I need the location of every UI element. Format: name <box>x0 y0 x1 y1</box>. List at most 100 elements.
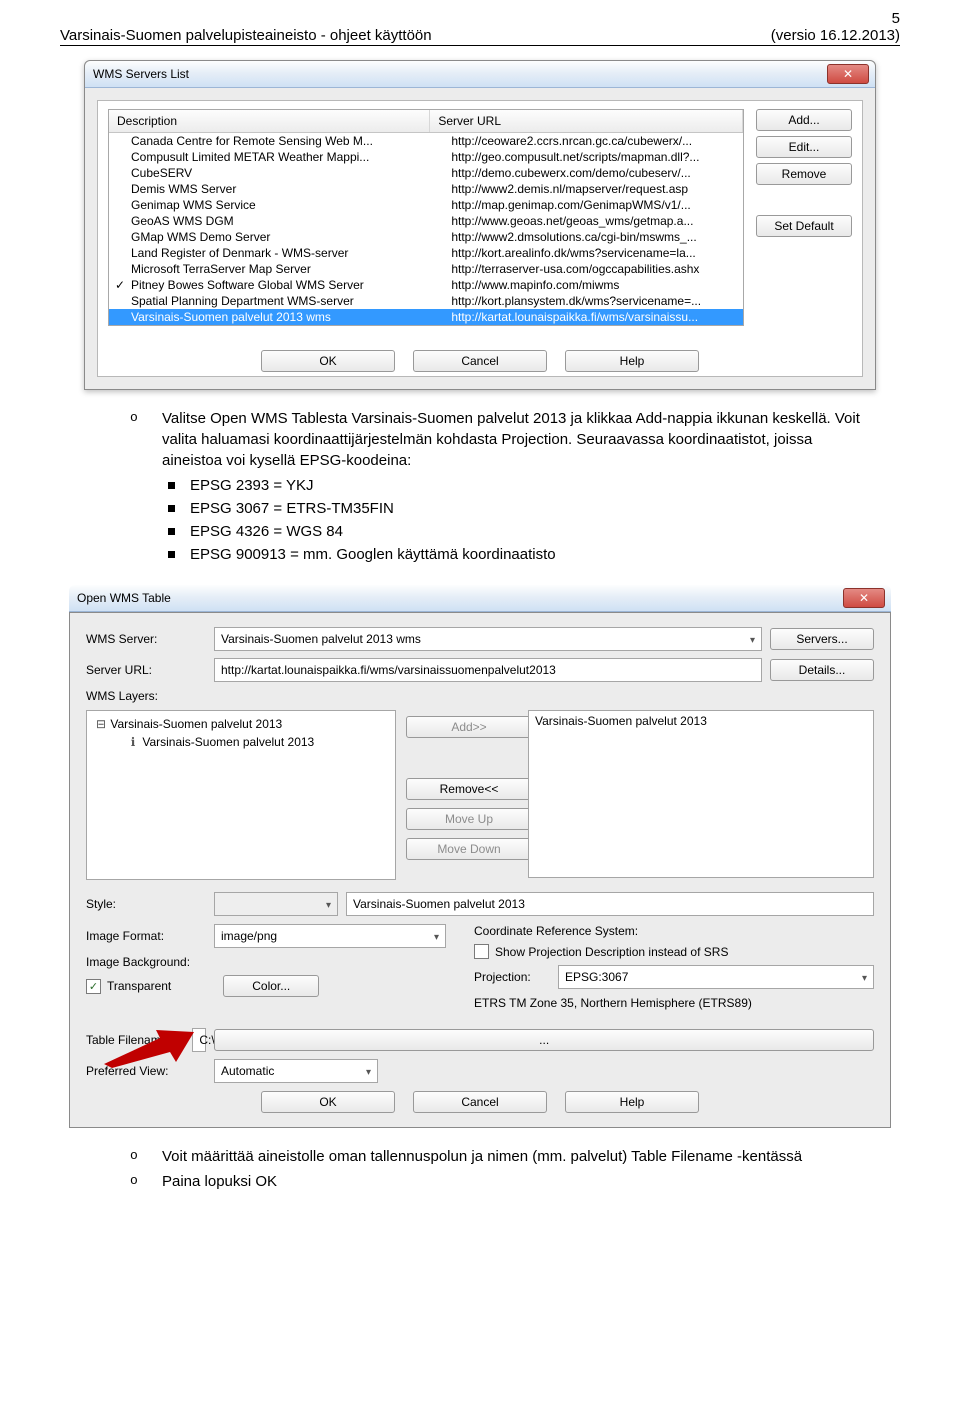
label-server-url: Server URL: <box>86 663 206 677</box>
server-list-row[interactable]: GeoAS WMS DGMhttp://www.geoas.net/geoas_… <box>109 213 743 229</box>
preferred-view-combo[interactable]: Automatic <box>214 1059 378 1083</box>
row-description: Canada Centre for Remote Sensing Web M..… <box>109 134 443 148</box>
label-image-background: Image Background: <box>86 955 446 969</box>
doc-version: (versio 16.12.2013) <box>771 27 900 44</box>
row-description: Spatial Planning Department WMS-server <box>109 294 443 308</box>
row-url: http://www2.dmsolutions.ca/cgi-bin/mswms… <box>443 230 743 244</box>
help-button[interactable]: Help <box>565 1091 699 1113</box>
server-list-row[interactable]: Spatial Planning Department WMS-serverht… <box>109 293 743 309</box>
row-url: http://www2.demis.nl/mapserver/request.a… <box>443 182 743 196</box>
col-description[interactable]: Description <box>109 110 430 132</box>
row-description: Compusult Limited METAR Weather Mappi... <box>109 150 443 164</box>
remove-layer-button[interactable]: Remove<< <box>406 778 532 800</box>
dialog-title: WMS Servers List <box>93 67 189 81</box>
row-url: http://demo.cubewerx.com/demo/cubeserv/.… <box>443 166 743 180</box>
set-default-button[interactable]: Set Default <box>756 215 852 237</box>
row-description: Land Register of Denmark - WMS-server <box>109 246 443 260</box>
row-description: Genimap WMS Service <box>109 198 443 212</box>
server-list-row[interactable]: CubeSERVhttp://demo.cubewerx.com/demo/cu… <box>109 165 743 181</box>
chevron-down-icon <box>862 970 867 984</box>
remove-button[interactable]: Remove <box>756 163 852 185</box>
combo-value: Varsinais-Suomen palvelut 2013 wms <box>221 632 421 646</box>
show-proj-checkbox[interactable] <box>474 944 489 959</box>
details-button[interactable]: Details... <box>770 659 874 681</box>
label-style: Style: <box>86 897 206 911</box>
ok-button[interactable]: OK <box>261 1091 395 1113</box>
tree-child-node[interactable]: ℹ Varsinais-Suomen palvelut 2013 <box>93 733 389 751</box>
server-list-row[interactable]: GMap WMS Demo Serverhttp://www2.dmsoluti… <box>109 229 743 245</box>
label-wms-server: WMS Server: <box>86 632 206 646</box>
cancel-button[interactable]: Cancel <box>413 1091 547 1113</box>
transparent-checkbox[interactable]: ✓ <box>86 979 101 994</box>
wms-server-combo[interactable]: Varsinais-Suomen palvelut 2013 wms <box>214 627 762 651</box>
move-up-button[interactable]: Move Up <box>406 808 532 830</box>
row-url: http://ceoware2.ccrs.nrcan.gc.ca/cubewer… <box>443 134 743 148</box>
server-list-row[interactable]: Genimap WMS Servicehttp://map.genimap.co… <box>109 197 743 213</box>
row-url: http://map.genimap.com/GenimapWMS/v1/... <box>443 198 743 212</box>
move-down-button[interactable]: Move Down <box>406 838 532 860</box>
add-button[interactable]: Add... <box>756 109 852 131</box>
selected-layers-list[interactable]: Varsinais-Suomen palvelut 2013 <box>528 710 874 878</box>
layers-tree[interactable]: ⊟ Varsinais-Suomen palvelut 2013 ℹ Varsi… <box>86 710 396 880</box>
doc-title: Varsinais-Suomen palvelupisteaineisto - … <box>60 27 432 44</box>
wms-servers-dialog: WMS Servers List ✕ Description Server UR… <box>84 60 876 390</box>
chevron-down-icon <box>366 1064 371 1078</box>
chevron-down-icon <box>750 632 755 646</box>
table-filename-field[interactable]: C:\Users\Nurmi\Documents\Untitled.TAB <box>192 1028 206 1052</box>
label-transparent: Transparent <box>107 979 171 993</box>
server-list-row[interactable]: Demis WMS Serverhttp://www2.demis.nl/map… <box>109 181 743 197</box>
chevron-down-icon <box>434 929 439 943</box>
server-list-row[interactable]: Land Register of Denmark - WMS-serverhtt… <box>109 245 743 261</box>
server-list-row[interactable]: Pitney Bowes Software Global WMS Serverh… <box>109 277 743 293</box>
label-image-format: Image Format: <box>86 929 206 943</box>
label-projection: Projection: <box>474 970 550 984</box>
servers-button[interactable]: Servers... <box>770 628 874 650</box>
bullet-epsg-900913: EPSG 900913 = mm. Googlen käyttämä koord… <box>166 544 860 565</box>
close-icon: ✕ <box>843 67 853 81</box>
server-url-field: http://kartat.lounaispaikka.fi/wms/varsi… <box>214 658 762 682</box>
color-button[interactable]: Color... <box>223 975 319 997</box>
server-list-row[interactable]: Canada Centre for Remote Sensing Web M..… <box>109 133 743 149</box>
bullet-epsg-3067: EPSG 3067 = ETRS-TM35FIN <box>166 498 860 519</box>
row-url: http://geo.compusult.net/scripts/mapman.… <box>443 150 743 164</box>
server-list-row[interactable]: Compusult Limited METAR Weather Mappi...… <box>109 149 743 165</box>
list-header: Description Server URL <box>109 110 743 133</box>
server-list[interactable]: Description Server URL Canada Centre for… <box>108 109 744 326</box>
edit-button[interactable]: Edit... <box>756 136 852 158</box>
instruction-paragraph-3: Paina lopuksi OK <box>130 1171 860 1192</box>
label-table-filename: Table Filename: <box>86 1033 184 1047</box>
label-crs: Coordinate Reference System: <box>474 924 874 938</box>
selected-layer-item[interactable]: Varsinais-Suomen palvelut 2013 <box>535 714 867 728</box>
cancel-button[interactable]: Cancel <box>413 350 547 372</box>
bullet-epsg-4326: EPSG 4326 = WGS 84 <box>166 521 860 542</box>
row-url: http://www.mapinfo.com/miwms <box>443 278 743 292</box>
image-format-combo[interactable]: image/png <box>214 924 446 948</box>
ok-button[interactable]: OK <box>261 350 395 372</box>
row-description: Demis WMS Server <box>109 182 443 196</box>
row-description: Varsinais-Suomen palvelut 2013 wms <box>109 310 443 324</box>
row-description: CubeSERV <box>109 166 443 180</box>
close-button[interactable]: ✕ <box>827 64 869 84</box>
row-url: http://kartat.lounaispaikka.fi/wms/varsi… <box>443 310 743 324</box>
server-list-row[interactable]: Varsinais-Suomen palvelut 2013 wmshttp:/… <box>109 309 743 325</box>
instruction-paragraph-1: Valitse Open WMS Tablesta Varsinais-Suom… <box>130 408 860 471</box>
browse-button[interactable]: ... <box>214 1029 874 1051</box>
label-wms-layers: WMS Layers: <box>86 689 206 703</box>
row-url: http://terraserver-usa.com/ogccapabiliti… <box>443 262 743 276</box>
tree-root-node[interactable]: ⊟ Varsinais-Suomen palvelut 2013 <box>93 715 389 733</box>
titlebar: Open WMS Table ✕ <box>69 585 891 612</box>
help-button[interactable]: Help <box>565 350 699 372</box>
doc-header: Varsinais-Suomen palvelupisteaineisto - … <box>60 27 900 46</box>
col-server-url[interactable]: Server URL <box>430 110 743 132</box>
server-list-row[interactable]: Microsoft TerraServer Map Serverhttp://t… <box>109 261 743 277</box>
row-description: Pitney Bowes Software Global WMS Server <box>109 278 443 292</box>
close-icon: ✕ <box>859 591 869 605</box>
crs-description: ETRS TM Zone 35, Northern Hemisphere (ET… <box>474 996 874 1010</box>
row-description: GMap WMS Demo Server <box>109 230 443 244</box>
row-url: http://www.geoas.net/geoas_wms/getmap.a.… <box>443 214 743 228</box>
projection-combo[interactable]: EPSG:3067 <box>558 965 874 989</box>
style-combo[interactable] <box>214 892 338 916</box>
row-url: http://kort.plansystem.dk/wms?servicenam… <box>443 294 743 308</box>
add-layer-button[interactable]: Add>> <box>406 716 532 738</box>
close-button[interactable]: ✕ <box>843 588 885 608</box>
